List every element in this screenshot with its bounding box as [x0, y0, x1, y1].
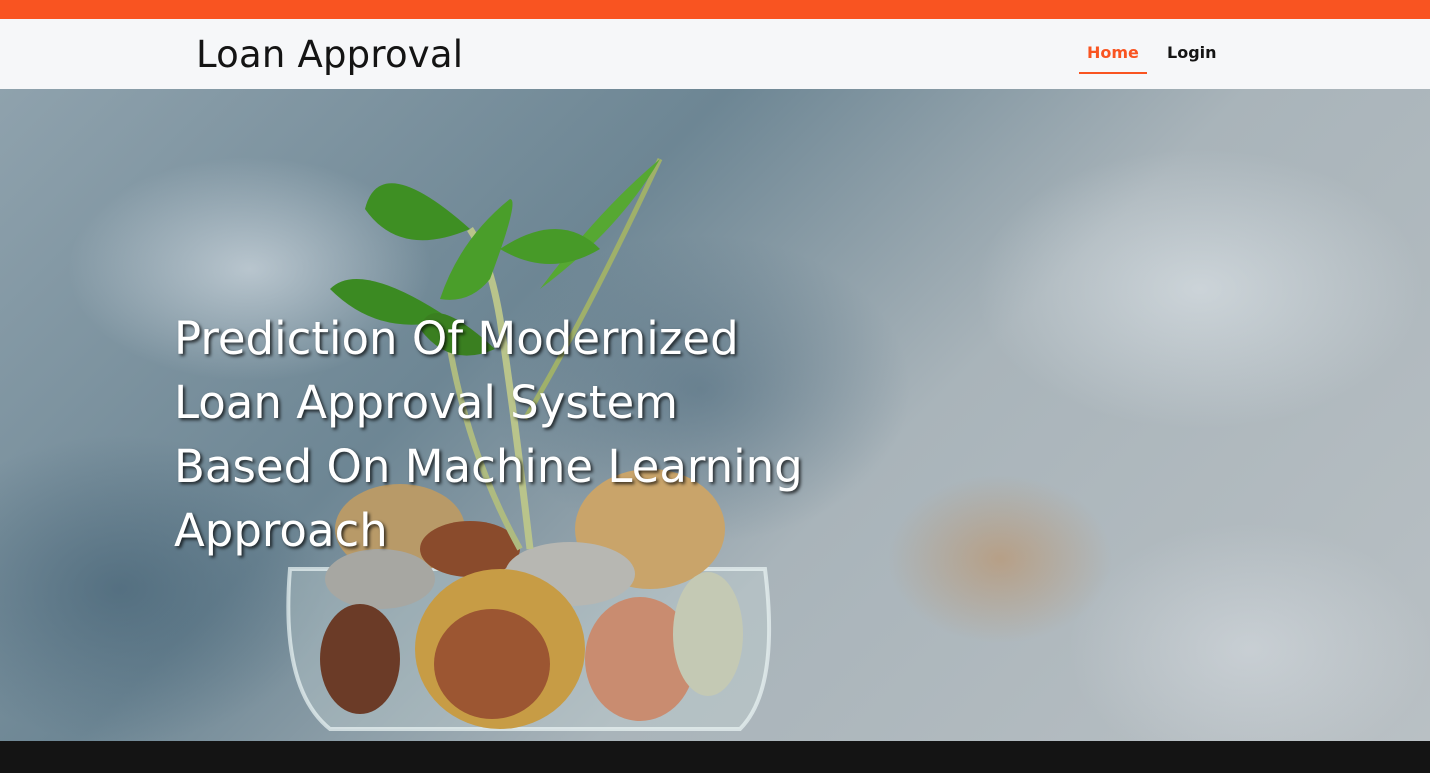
hero-banner: Prediction Of Modernized Loan Approval S…: [0, 89, 1430, 741]
nav-home-link[interactable]: Home: [1079, 43, 1147, 74]
nav-login-link[interactable]: Login: [1159, 43, 1225, 72]
brand-logo[interactable]: Loan Approval: [196, 33, 463, 76]
hero-title-line-3: Based On Machine Learning: [174, 440, 803, 493]
hero-title: Prediction Of Modernized Loan Approval S…: [174, 307, 814, 563]
hero-title-line-4: Approach: [174, 504, 388, 557]
navbar: Loan Approval Home Login: [0, 19, 1430, 89]
top-accent-strip: [0, 0, 1430, 19]
footer-bar: [0, 741, 1430, 773]
hero-title-line-1: Prediction Of Modernized: [174, 312, 739, 365]
hero-title-line-2: Loan Approval System: [174, 376, 678, 429]
